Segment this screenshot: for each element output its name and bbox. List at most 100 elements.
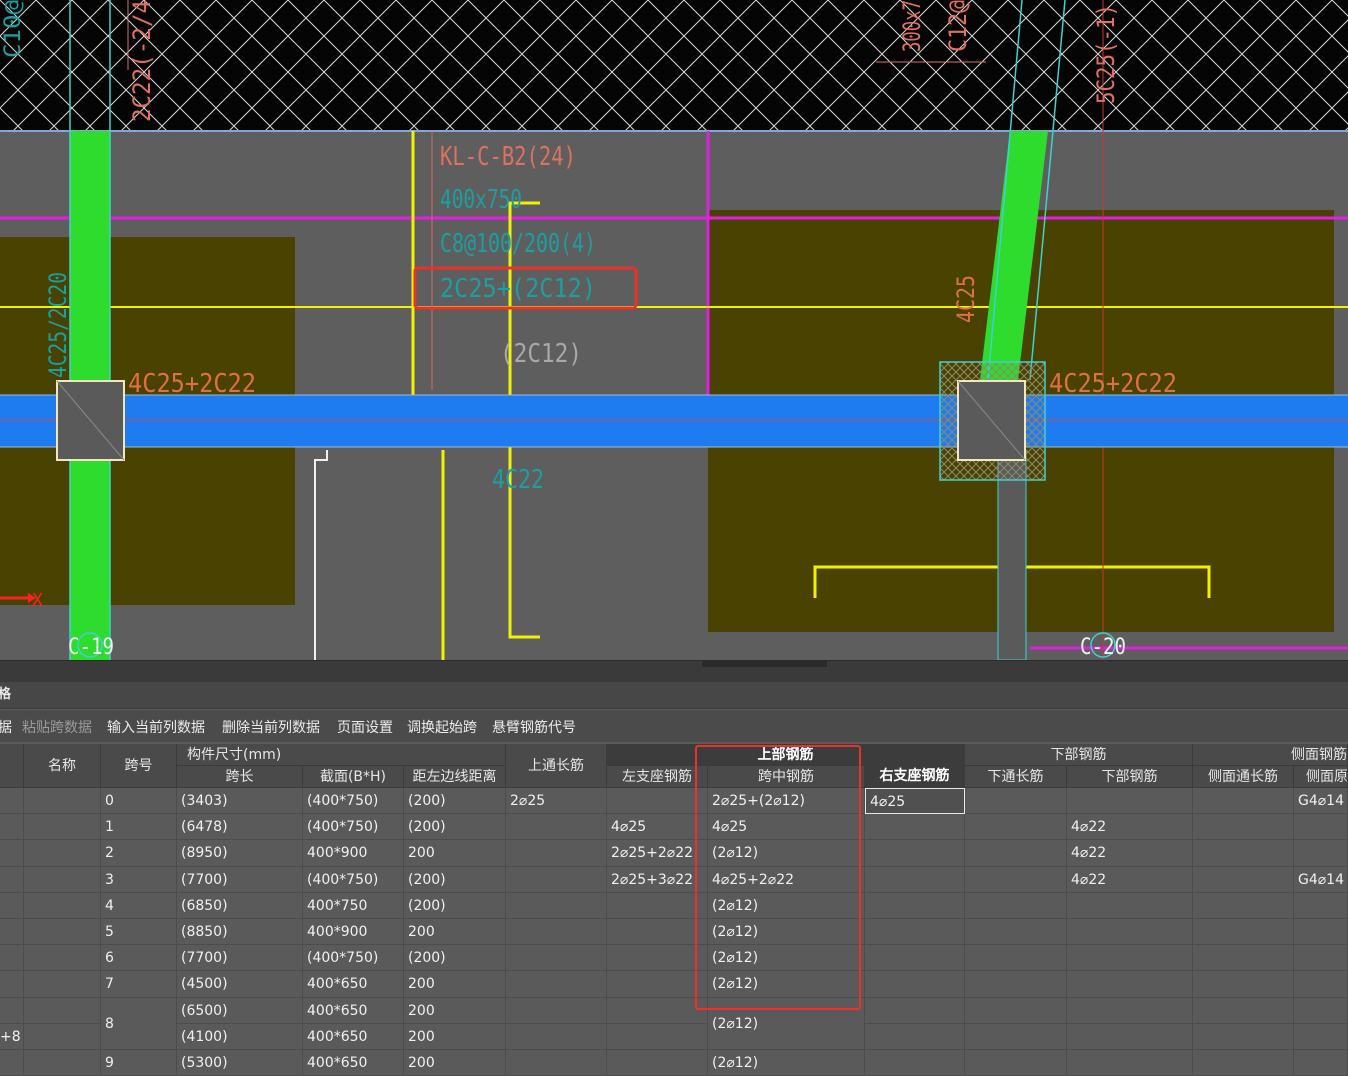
table-cell-dist[interactable]: 200	[404, 971, 506, 998]
table-cell-sec[interactable]: 400*650	[303, 1023, 404, 1050]
table-cell-span[interactable]: 0	[101, 788, 177, 815]
table-cell-dist[interactable]: 200	[404, 997, 506, 1024]
header-span-length[interactable]: 跨长	[177, 766, 303, 788]
table-cell-sthru[interactable]	[1193, 814, 1294, 841]
table-cell-left[interactable]: 4⌀25	[607, 814, 708, 841]
table-cell[interactable]	[24, 1050, 101, 1076]
table-cell-sthru[interactable]	[1193, 1023, 1294, 1050]
table-cell-mid[interactable]: (2⌀12)	[708, 840, 865, 867]
toolbar-delete-column-data[interactable]: 删除当前列数据	[222, 717, 320, 737]
table-cell[interactable]	[24, 919, 101, 946]
table-cell-len[interactable]: (8950)	[177, 840, 303, 867]
table-cell-len[interactable]: (7700)	[177, 866, 303, 893]
table-cell-mid[interactable]: (2⌀12)	[708, 919, 865, 946]
table-cell-left[interactable]	[607, 945, 708, 972]
table-cell-span[interactable]: 6	[101, 945, 177, 972]
table-cell-sthru[interactable]	[1193, 866, 1294, 893]
table-cell-bbar[interactable]	[1067, 945, 1193, 972]
table-cell-sec[interactable]: 400*900	[303, 840, 404, 867]
table-cell-sec[interactable]: 400*900	[303, 919, 404, 946]
header-bottom-bar[interactable]: 下部钢筋	[1067, 766, 1193, 788]
table-cell-sec[interactable]: (400*750)	[303, 788, 404, 815]
table-cell[interactable]	[24, 945, 101, 972]
table-cell-sorig[interactable]	[1294, 814, 1348, 841]
table-cell[interactable]	[0, 892, 24, 919]
table-cell-sec[interactable]: 400*650	[303, 1050, 404, 1076]
table-cell-bbar[interactable]	[1067, 1023, 1193, 1050]
splitter-handle[interactable]	[702, 661, 827, 667]
table-cell-len[interactable]: (6850)	[177, 892, 303, 919]
header-section[interactable]: 截面(B*H)	[303, 766, 404, 788]
table-cell[interactable]	[24, 1023, 101, 1050]
table-cell-len[interactable]: (6500)	[177, 997, 303, 1024]
table-cell-right[interactable]	[865, 919, 965, 946]
table-cell-sthru[interactable]	[1193, 1050, 1294, 1076]
table-cell-mid[interactable]: (2⌀12)	[708, 997, 865, 1050]
table-cell-span[interactable]: 3	[101, 866, 177, 893]
table-cell-bthru[interactable]	[965, 1023, 1067, 1050]
table-cell-sthru[interactable]	[1193, 840, 1294, 867]
table-cell[interactable]	[0, 971, 24, 998]
table-cell-span[interactable]: 1	[101, 814, 177, 841]
table-cell-top[interactable]	[506, 866, 607, 893]
header-side-original[interactable]: 侧面原	[1294, 766, 1348, 788]
table-cell-bbar[interactable]	[1067, 997, 1193, 1024]
table-cell-bbar[interactable]: 4⌀22	[1067, 814, 1193, 841]
table-cell-bthru[interactable]	[965, 814, 1067, 841]
table-cell-bthru[interactable]	[965, 997, 1067, 1024]
beam-blue[interactable]	[0, 395, 1348, 447]
table-cell-right[interactable]	[865, 1023, 965, 1050]
table-cell-sorig[interactable]	[1294, 1050, 1348, 1076]
table-cell-len[interactable]: (8850)	[177, 919, 303, 946]
table-cell-mid[interactable]: 4⌀25	[708, 814, 865, 841]
table-cell-bbar[interactable]	[1067, 892, 1193, 919]
table-cell[interactable]	[0, 1050, 24, 1076]
table-cell-sec[interactable]: 400*650	[303, 997, 404, 1024]
toolbar-item-data[interactable]: 据	[0, 717, 12, 737]
table-cell[interactable]	[24, 840, 101, 867]
table-cell[interactable]	[24, 788, 101, 815]
table-cell-len[interactable]: (3403)	[177, 788, 303, 815]
table-cell-bthru[interactable]	[965, 892, 1067, 919]
table-cell-bbar[interactable]	[1067, 971, 1193, 998]
table-cell-len[interactable]: (6478)	[177, 814, 303, 841]
table-cell-dist[interactable]: 200	[404, 1050, 506, 1076]
table-cell-right[interactable]	[865, 866, 965, 893]
table-cell[interactable]	[0, 945, 24, 972]
table-cell-right[interactable]	[865, 840, 965, 867]
table-cell-dist[interactable]: (200)	[404, 788, 506, 815]
table-cell[interactable]	[0, 788, 24, 815]
table-cell[interactable]	[0, 866, 24, 893]
table-cell-left[interactable]	[607, 892, 708, 919]
table-cell-sorig[interactable]	[1294, 971, 1348, 998]
table-cell-dist[interactable]: 200	[404, 1023, 506, 1050]
table-cell-sorig[interactable]	[1294, 840, 1348, 867]
table-cell-left[interactable]: 2⌀25+3⌀22	[607, 866, 708, 893]
table-cell-dist[interactable]: (200)	[404, 945, 506, 972]
table-cell-sec[interactable]: (400*750)	[303, 814, 404, 841]
table-cell-sthru[interactable]	[1193, 788, 1294, 815]
table-cell-span[interactable]: 5	[101, 919, 177, 946]
table-cell-bbar[interactable]	[1067, 1050, 1193, 1076]
table-cell-right[interactable]	[865, 971, 965, 998]
table-cell-bthru[interactable]	[965, 971, 1067, 998]
table-cell-sorig[interactable]	[1294, 997, 1348, 1024]
table-cell-sthru[interactable]	[1193, 971, 1294, 998]
table-cell-right[interactable]	[865, 997, 965, 1024]
table-cell-mid[interactable]: (2⌀12)	[708, 971, 865, 998]
header-edge-distance[interactable]: 距左边线距离	[404, 766, 506, 788]
table-cell-bbar[interactable]: 4⌀22	[1067, 866, 1193, 893]
table-cell-sorig[interactable]: G4⌀14	[1294, 788, 1348, 815]
table-cell-top[interactable]	[506, 997, 607, 1024]
table-cell-dist[interactable]: (200)	[404, 814, 506, 841]
header-span-no[interactable]: 跨号	[101, 744, 177, 788]
table-cell-sorig[interactable]	[1294, 1023, 1348, 1050]
table-cell-sthru[interactable]	[1193, 945, 1294, 972]
table-cell-top[interactable]: 2⌀25	[506, 788, 607, 815]
table-cell-top[interactable]	[506, 1023, 607, 1050]
table-cell-sorig[interactable]	[1294, 892, 1348, 919]
table-cell[interactable]	[0, 919, 24, 946]
header-top-through[interactable]: 上通长筋	[506, 744, 607, 788]
table-cell-sthru[interactable]	[1193, 892, 1294, 919]
table-cell-mid[interactable]: (2⌀12)	[708, 1050, 865, 1076]
